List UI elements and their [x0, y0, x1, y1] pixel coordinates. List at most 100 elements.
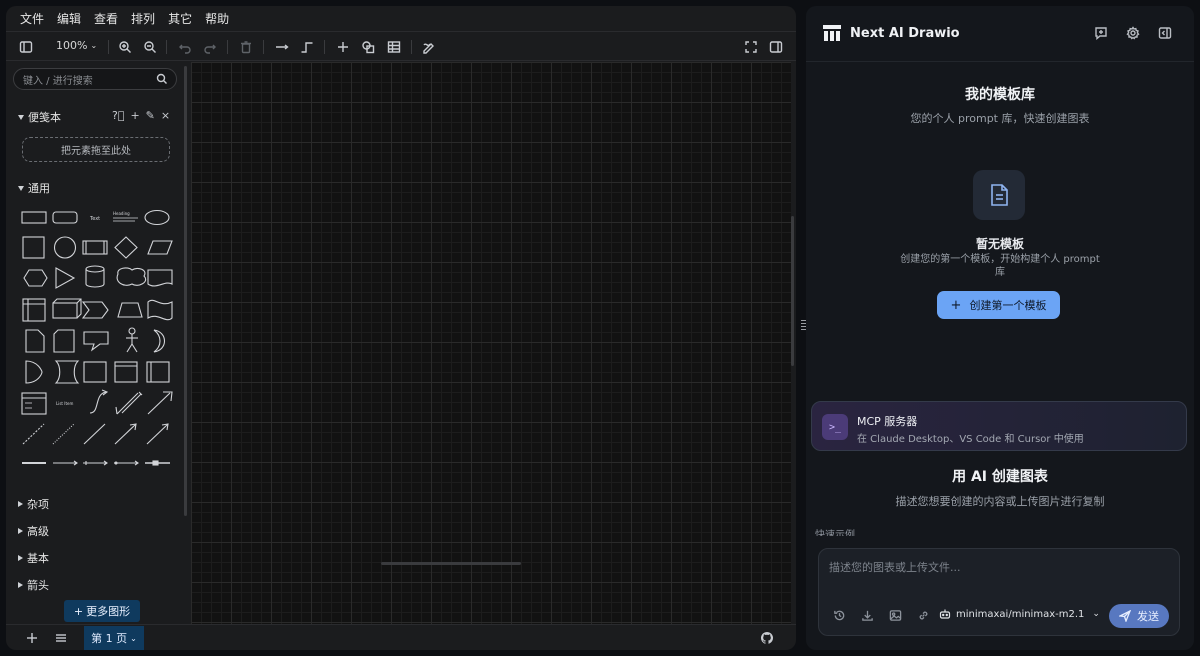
more-shapes-label: 更多图形 — [86, 605, 131, 618]
freehand-icon[interactable] — [421, 39, 437, 55]
template-library-subtitle: 您的个人 prompt 库，快速创建图表 — [910, 112, 1090, 125]
prompt-input[interactable] — [829, 559, 1169, 575]
quick-examples-label: 快速示例 — [815, 530, 855, 536]
chevron-down-icon: ⌄ — [130, 633, 137, 643]
caret-right-icon — [18, 528, 23, 534]
menu-file[interactable]: 文件 — [20, 10, 44, 27]
general-header[interactable]: 通用 — [18, 180, 50, 196]
basic-header[interactable]: 基本 — [18, 550, 49, 566]
waypoints-icon[interactable] — [299, 39, 315, 55]
help-icon[interactable]: ?⃝ — [112, 109, 124, 122]
send-label: 发送 — [1137, 610, 1159, 623]
terminal-icon: >_ — [822, 414, 848, 440]
mcp-title: MCP 服务器 — [857, 415, 918, 428]
misc-header[interactable]: 杂项 — [18, 496, 49, 512]
scratchpad-title: 便笺本 — [28, 111, 61, 124]
misc-title: 杂项 — [27, 498, 49, 511]
github-icon[interactable] — [759, 630, 775, 646]
ai-panel: Next AI Drawio 我的模板库 您的个人 prompt 库，快速创建图… — [806, 6, 1194, 650]
send-icon — [1119, 610, 1131, 622]
send-button[interactable]: 发送 — [1109, 604, 1169, 628]
canvas-scrollbar-horizontal[interactable] — [381, 562, 521, 565]
toolbar: 100% ⌄ — [6, 31, 796, 61]
collapse-panel-icon[interactable] — [1158, 26, 1172, 40]
shape-palette: Text Heading List Item — [20, 204, 180, 476]
shape-search-input[interactable]: 键入 / 进行搜索 — [13, 68, 177, 90]
mcp-server-card[interactable]: >_ MCP 服务器 在 Claude Desktop、VS Code 和 Cu… — [811, 401, 1187, 451]
menu-edit[interactable]: 编辑 — [57, 10, 81, 27]
shape-grid[interactable]: Text Heading List Item — [20, 204, 180, 472]
zoom-in-icon[interactable] — [117, 39, 133, 55]
document-icon — [973, 170, 1025, 220]
sidebar-scrollbar[interactable] — [184, 66, 187, 516]
model-selector[interactable]: minimaxai/minimax-m2.1 ⌄ — [939, 608, 1100, 620]
shapes-icon[interactable] — [360, 39, 376, 55]
app-root: 文件 编辑 查看 排列 其它 帮助 100% ⌄ 键入 / 进行搜索 便笺本 ?… — [0, 0, 1200, 656]
caret-down-icon — [18, 114, 24, 120]
header-actions — [1094, 26, 1172, 40]
gear-icon[interactable] — [1126, 26, 1140, 40]
edit-icon[interactable]: ✎ — [146, 109, 155, 122]
logo-icon — [823, 25, 841, 41]
table-icon[interactable] — [386, 39, 402, 55]
undo-icon[interactable] — [177, 39, 193, 55]
empty-state-description: 创建您的第一个模板，开始构建个人 prompt 库 — [900, 254, 1100, 278]
shape-heading-label: Heading — [113, 211, 130, 216]
fullscreen-icon[interactable] — [743, 39, 759, 55]
basic-title: 基本 — [27, 552, 49, 565]
scratchpad-header[interactable]: 便笺本 — [18, 109, 61, 125]
delete-icon[interactable] — [238, 39, 254, 55]
connection-icon[interactable] — [274, 39, 290, 55]
search-icon — [156, 73, 167, 84]
close-icon[interactable]: × — [161, 109, 170, 122]
add-icon[interactable]: + — [130, 109, 139, 122]
general-title: 通用 — [28, 182, 50, 195]
create-first-template-label: 创建第一个模板 — [969, 299, 1047, 312]
pages-menu-icon[interactable] — [53, 630, 69, 646]
add-page-icon[interactable] — [24, 630, 40, 646]
caret-right-icon — [18, 555, 23, 561]
insert-icon[interactable] — [335, 39, 351, 55]
ai-create-subtitle: 描述您想要创建的内容或上传图片进行复制 — [895, 495, 1105, 508]
redo-icon[interactable] — [202, 39, 218, 55]
shape-list-item-label: List Item — [56, 401, 73, 406]
brand: Next AI Drawio — [822, 24, 960, 42]
history-icon[interactable] — [833, 609, 846, 622]
menu-extras[interactable]: 其它 — [168, 10, 192, 27]
download-icon[interactable] — [861, 609, 874, 622]
format-panel-icon[interactable] — [768, 39, 784, 55]
chat-composer: minimaxai/minimax-m2.1 ⌄ 发送 — [818, 548, 1180, 636]
zoom-value: 100% — [56, 39, 88, 52]
menu-arrange[interactable]: 排列 — [131, 10, 155, 27]
advanced-title: 高级 — [27, 525, 49, 538]
shape-text-label: Text — [89, 216, 100, 222]
brand-name: Next AI Drawio — [850, 25, 960, 41]
template-library-title: 我的模板库 — [965, 87, 1035, 103]
scratchpad-dropzone[interactable]: 把元素拖至此处 — [22, 137, 170, 162]
scratchpad-actions: ?⃝ + ✎ × — [112, 109, 170, 122]
advanced-header[interactable]: 高级 — [18, 523, 49, 539]
page-bar: 第 1 页 ⌄ — [6, 624, 796, 650]
canvas-scrollbar-vertical[interactable] — [791, 216, 794, 366]
link-icon[interactable] — [917, 609, 930, 622]
create-first-template-button[interactable]: + 创建第一个模板 — [937, 291, 1060, 319]
ai-header: Next AI Drawio — [806, 6, 1194, 62]
plus-icon: + — [950, 297, 962, 313]
caret-right-icon — [18, 582, 23, 588]
arrows-header[interactable]: 箭头 — [18, 577, 49, 593]
zoom-select[interactable]: 100% ⌄ — [56, 39, 97, 52]
menu-help[interactable]: 帮助 — [205, 10, 229, 27]
page-tab-label: 第 1 页 — [91, 632, 128, 645]
new-chat-icon[interactable] — [1094, 26, 1108, 40]
robot-icon — [939, 609, 951, 619]
menu-view[interactable]: 查看 — [94, 10, 118, 27]
more-shapes-button[interactable]: + 更多图形 — [64, 600, 140, 622]
model-name: minimaxai/minimax-m2.1 — [956, 608, 1085, 620]
sidebar-toggle-icon[interactable] — [18, 39, 34, 55]
diagram-canvas[interactable] — [191, 62, 791, 624]
page-tab-1[interactable]: 第 1 页 ⌄ — [84, 626, 144, 650]
image-icon[interactable] — [889, 609, 902, 622]
composer-tools — [833, 609, 930, 622]
menu-bar: 文件 编辑 查看 排列 其它 帮助 — [6, 6, 796, 31]
zoom-out-icon[interactable] — [142, 39, 158, 55]
